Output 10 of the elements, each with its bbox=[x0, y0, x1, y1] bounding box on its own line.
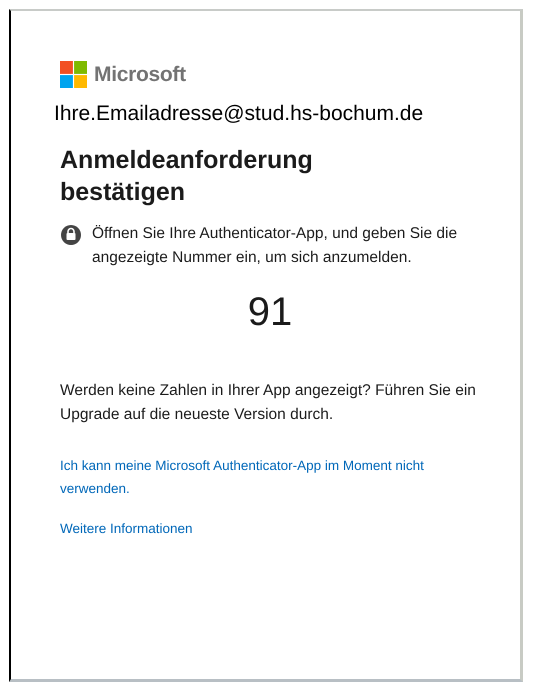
brand-name: Microsoft bbox=[94, 62, 186, 86]
help-link[interactable]: Weitere Informationen bbox=[60, 517, 460, 540]
logo-icon bbox=[60, 61, 87, 88]
verification-number: 91 bbox=[248, 290, 292, 335]
email-address: Ihre.Emailadresse@stud.hs-bochum.de bbox=[54, 102, 424, 126]
instruction-text: Öffnen Sie Ihre Authenticator-App, und geben Sie die angezeigte Nummer ein, um sich anzumelden. bbox=[92, 224, 458, 268]
page-title: Anmeldeanforderung bestätigen bbox=[60, 145, 314, 208]
help-link[interactable]: Ich kann meine Microsoft Authenticator-App im Moment nicht verwenden. bbox=[60, 454, 460, 500]
upgrade-hint: Werden keine Zahlen in Ihrer App angezeigt? Führen Sie ein Upgrade auf die neueste Version durch. bbox=[60, 381, 477, 425]
lock-icon bbox=[60, 224, 82, 246]
